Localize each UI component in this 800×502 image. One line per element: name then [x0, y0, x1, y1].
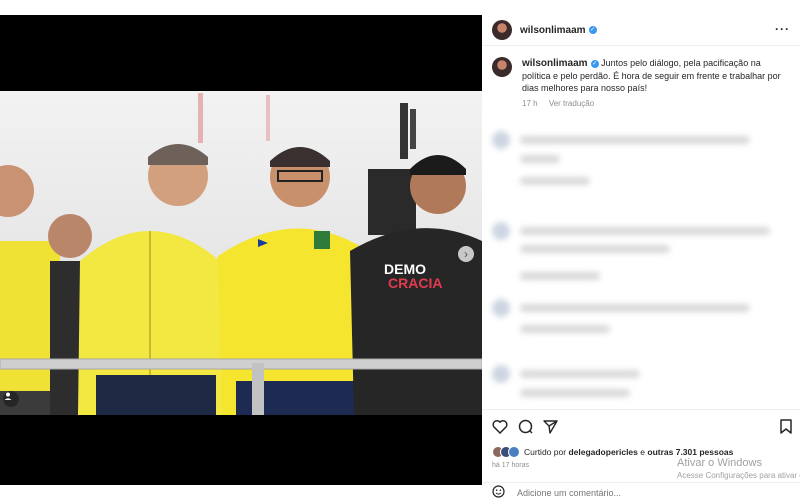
post-actions: Curtido por delegadopericles e outras 7.…: [482, 409, 800, 501]
more-icon[interactable]: ···: [775, 22, 790, 36]
likes-others[interactable]: outras 7.301 pessoas: [647, 447, 733, 457]
list-item: [520, 325, 610, 333]
svg-text:CRACIA: CRACIA: [388, 275, 442, 291]
post-media[interactable]: DEMO CRACIA DEMOCRACIA ›: [0, 15, 482, 485]
caption-username[interactable]: wilsonlimaam: [522, 58, 588, 69]
list-item: [492, 131, 750, 149]
post-caption: wilsonlimaam ✓ Juntos pelo diálogo, pela …: [492, 57, 787, 110]
list-item: [520, 272, 600, 280]
post-header: wilsonlimaam ✓ ···: [482, 15, 800, 46]
see-translation-link[interactable]: Ver tradução: [549, 99, 594, 108]
list-item: [520, 155, 560, 163]
avatar: [508, 446, 520, 458]
comment-icon[interactable]: [518, 419, 533, 437]
verified-badge-icon: ✓: [588, 26, 597, 34]
avatar[interactable]: [492, 57, 512, 77]
header-username[interactable]: wilsonlimaam: [520, 25, 586, 36]
likes-prefix: Curtido por: [524, 447, 567, 457]
likes-summary: Curtido por delegadopericles e outras 7.…: [492, 446, 733, 458]
comments-list: [482, 127, 800, 409]
emoji-icon[interactable]: [492, 484, 505, 501]
list-item: [520, 389, 630, 397]
comment-box: [482, 482, 800, 502]
list-item: [492, 222, 770, 240]
avatar[interactable]: [492, 20, 512, 40]
list-item: [492, 299, 750, 317]
comment-input[interactable]: [515, 486, 669, 499]
post-timestamp[interactable]: há 17 horas: [492, 462, 529, 469]
list-item: [492, 365, 640, 383]
list-item: [520, 245, 670, 253]
likes-connector: e: [640, 447, 645, 457]
user-tag-icon[interactable]: [3, 391, 19, 407]
verified-badge-icon: ✓: [590, 59, 599, 68]
caption-time: 17 h: [522, 99, 538, 108]
save-icon[interactable]: [780, 419, 792, 437]
liked-by-user[interactable]: delegadopericles: [568, 447, 637, 457]
post-sidebar: wilsonlimaam ✓ ··· wilsonlimaam ✓ Juntos …: [482, 15, 800, 500]
list-item: [520, 177, 590, 185]
chevron-right-icon[interactable]: ›: [458, 246, 474, 262]
share-icon[interactable]: [543, 419, 558, 437]
heart-icon[interactable]: [492, 419, 508, 437]
post-photo: DEMO CRACIA DEMOCRACIA ›: [0, 91, 482, 415]
